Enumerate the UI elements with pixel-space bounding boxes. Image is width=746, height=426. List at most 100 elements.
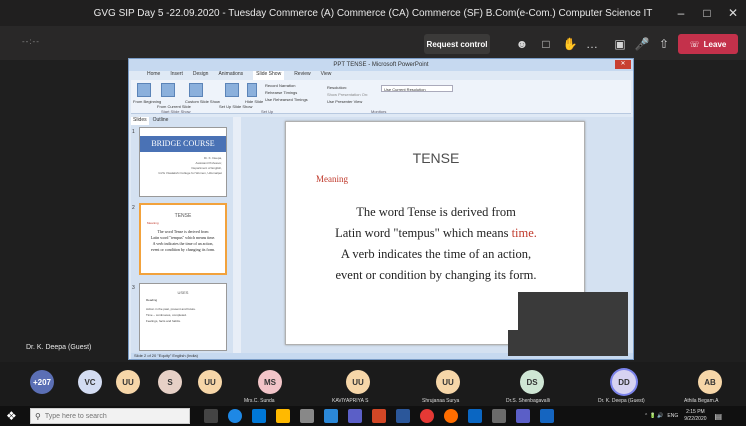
hide-slide-label: Hide Slide: [245, 99, 264, 104]
participant-avatar[interactable]: S: [158, 370, 182, 394]
resolution-select[interactable]: Use Current Resolution: [381, 85, 453, 92]
presenter-name: Dr. K. Deepa (Guest): [26, 344, 92, 351]
participant-name: KAVIYAPRIYA S: [332, 398, 369, 404]
ribbon: From Beginning From Current Slide Custom…: [131, 80, 631, 114]
tab-animations[interactable]: Animations: [218, 71, 243, 80]
slide-body: The word Tense is derived from Latin wor…: [286, 202, 586, 286]
tab-review[interactable]: Review: [294, 71, 310, 80]
window-title-bar: GVG SIP Day 5 -22.09.2020 - Tuesday Comm…: [0, 0, 746, 26]
slide-line-2: Latin word "tempus" which means time.: [286, 223, 586, 244]
tab-insert[interactable]: Insert: [170, 71, 183, 80]
tab-view[interactable]: View: [321, 71, 332, 80]
participant-avatar[interactable]: UU: [116, 370, 140, 394]
thumbnail-title: BRIDGE COURSE: [140, 136, 226, 152]
windows-start-icon[interactable]: ❖: [6, 409, 20, 423]
pane-tabs: Slides Outline: [131, 117, 168, 125]
participant-avatar[interactable]: DD: [612, 370, 636, 394]
chat-icon[interactable]: □: [536, 34, 556, 54]
mail-icon[interactable]: [324, 409, 338, 423]
slide-title: TENSE: [412, 150, 460, 166]
request-control-button[interactable]: Request control: [424, 34, 490, 54]
meeting-toolbar: --:-- Request control ☻ □ ✋ … ▣ 🎤 ⇧ ☏ Le…: [0, 26, 746, 60]
rehearse-timings-option[interactable]: Rehearse Timings: [265, 90, 297, 95]
task-view-icon[interactable]: [204, 409, 218, 423]
taskbar-search[interactable]: ⚲: [30, 408, 190, 424]
ie-icon[interactable]: [252, 409, 266, 423]
raise-hand-icon[interactable]: ✋: [560, 34, 580, 54]
participant-avatar[interactable]: UU: [346, 370, 370, 394]
participant-avatar[interactable]: UU: [436, 370, 460, 394]
tray-icons[interactable]: ⌃ 🔋 🔊: [644, 413, 663, 419]
system-tray: ⌃ 🔋 🔊 ENG 2:15 PM 9/22/2020 ▤: [644, 406, 722, 426]
powerpoint-close-icon[interactable]: ✕: [615, 60, 631, 69]
teams-meeting-taskbar-icon[interactable]: [516, 409, 530, 423]
participant-avatar[interactable]: VC: [78, 370, 102, 394]
from-current-slide-button[interactable]: [161, 83, 175, 97]
firefox-taskbar-icon[interactable]: [444, 409, 458, 423]
video-tile-overlay-edge: [508, 330, 522, 356]
hide-slide-button[interactable]: [247, 83, 257, 97]
participant-avatar[interactable]: +207: [30, 370, 54, 394]
participant-name: Athila Begam.A: [684, 398, 719, 404]
clock[interactable]: 2:15 PM 9/22/2020: [684, 409, 706, 423]
resolution-value: Use Current Resolution: [384, 87, 426, 92]
group-monitors: Monitors: [371, 109, 387, 114]
thumbnail-number: 2: [132, 205, 135, 211]
slide-line-2-text: Latin word "tempus" which means: [335, 226, 512, 240]
slides-pane: Slides Outline 1 BRIDGE COURSE Dr. K. De…: [131, 117, 235, 353]
tab-slides[interactable]: Slides: [131, 117, 149, 125]
use-rehearsed-timings-option[interactable]: Use Rehearsed Timings: [265, 97, 308, 102]
thumbnail-title: USES: [177, 290, 189, 295]
share-screen-icon[interactable]: ⇧: [654, 34, 674, 54]
thumbnail-line: Feelings, facts and habits.: [146, 319, 181, 323]
tab-home[interactable]: Home: [147, 71, 160, 80]
more-options-icon[interactable]: …: [582, 34, 602, 54]
teams-taskbar-icon[interactable]: [348, 409, 362, 423]
slide-line-3: A verb indicates the time of an action,: [340, 247, 532, 261]
record-narration-option[interactable]: Record Narration: [265, 83, 295, 88]
close-icon[interactable]: ✕: [720, 0, 746, 26]
participants-icon[interactable]: ☻: [512, 34, 532, 54]
slides-pane-scrollbar[interactable]: [233, 117, 241, 353]
thumbnail-subtitle: Reading: [146, 298, 158, 302]
meeting-timer: --:--: [22, 37, 40, 46]
chrome-taskbar-icon[interactable]: [420, 409, 434, 423]
app-taskbar-icon[interactable]: [468, 409, 482, 423]
notification-icon[interactable]: ▤: [715, 412, 723, 421]
presenter-view-option[interactable]: Use Presenter View: [327, 99, 362, 104]
set-up-slide-show-button[interactable]: [225, 83, 239, 97]
camera-off-icon[interactable]: ▣: [610, 34, 630, 54]
search-input[interactable]: [44, 412, 185, 420]
tab-slide-show[interactable]: Slide Show: [253, 71, 285, 80]
custom-slide-show-button[interactable]: [189, 83, 203, 97]
microphone-muted-icon[interactable]: 🎤: [632, 34, 652, 54]
powerpoint-taskbar-icon[interactable]: [372, 409, 386, 423]
group-start-slide-show: Start Slide Show: [161, 109, 191, 114]
clock-date: 9/22/2020: [684, 416, 707, 422]
participant-avatar[interactable]: DS: [520, 370, 544, 394]
participant-avatar[interactable]: UU: [198, 370, 222, 394]
powerpoint-title-bar: PPT TENSE - Microsoft PowerPoint: [129, 59, 633, 71]
leave-button[interactable]: ☏ Leave: [678, 34, 738, 54]
maximize-icon[interactable]: □: [694, 0, 720, 26]
from-beginning-button[interactable]: [137, 83, 151, 97]
language-indicator[interactable]: ENG: [667, 413, 678, 419]
store-icon[interactable]: [300, 409, 314, 423]
slide-thumbnail-1[interactable]: BRIDGE COURSE Dr. K. Deepa, Assistant Pr…: [139, 127, 227, 197]
file-explorer-icon[interactable]: [276, 409, 290, 423]
minimize-icon[interactable]: –: [668, 0, 694, 26]
tab-design[interactable]: Design: [193, 71, 209, 80]
tab-outline[interactable]: Outline: [153, 117, 169, 125]
thumbnail-line: event or condition by changing its form.: [150, 247, 216, 252]
word-taskbar-icon[interactable]: [396, 409, 410, 423]
participant-avatar[interactable]: MS: [258, 370, 282, 394]
slide-thumbnail-2[interactable]: TENSE Meaning The word Tense is derived …: [139, 203, 227, 275]
slide-line-4: event or condition by changing its form.: [335, 268, 537, 282]
settings-taskbar-icon[interactable]: [492, 409, 506, 423]
participant-avatar[interactable]: AB: [698, 370, 722, 394]
zoom-taskbar-icon[interactable]: [540, 409, 554, 423]
thumbnail-subtitle: Meaning: [147, 221, 159, 225]
set-up-slide-show-label: Set Up Slide Show: [219, 104, 253, 109]
slide-thumbnail-3[interactable]: USES Reading Action in the past, present…: [139, 283, 227, 351]
edge-icon[interactable]: [228, 409, 242, 423]
